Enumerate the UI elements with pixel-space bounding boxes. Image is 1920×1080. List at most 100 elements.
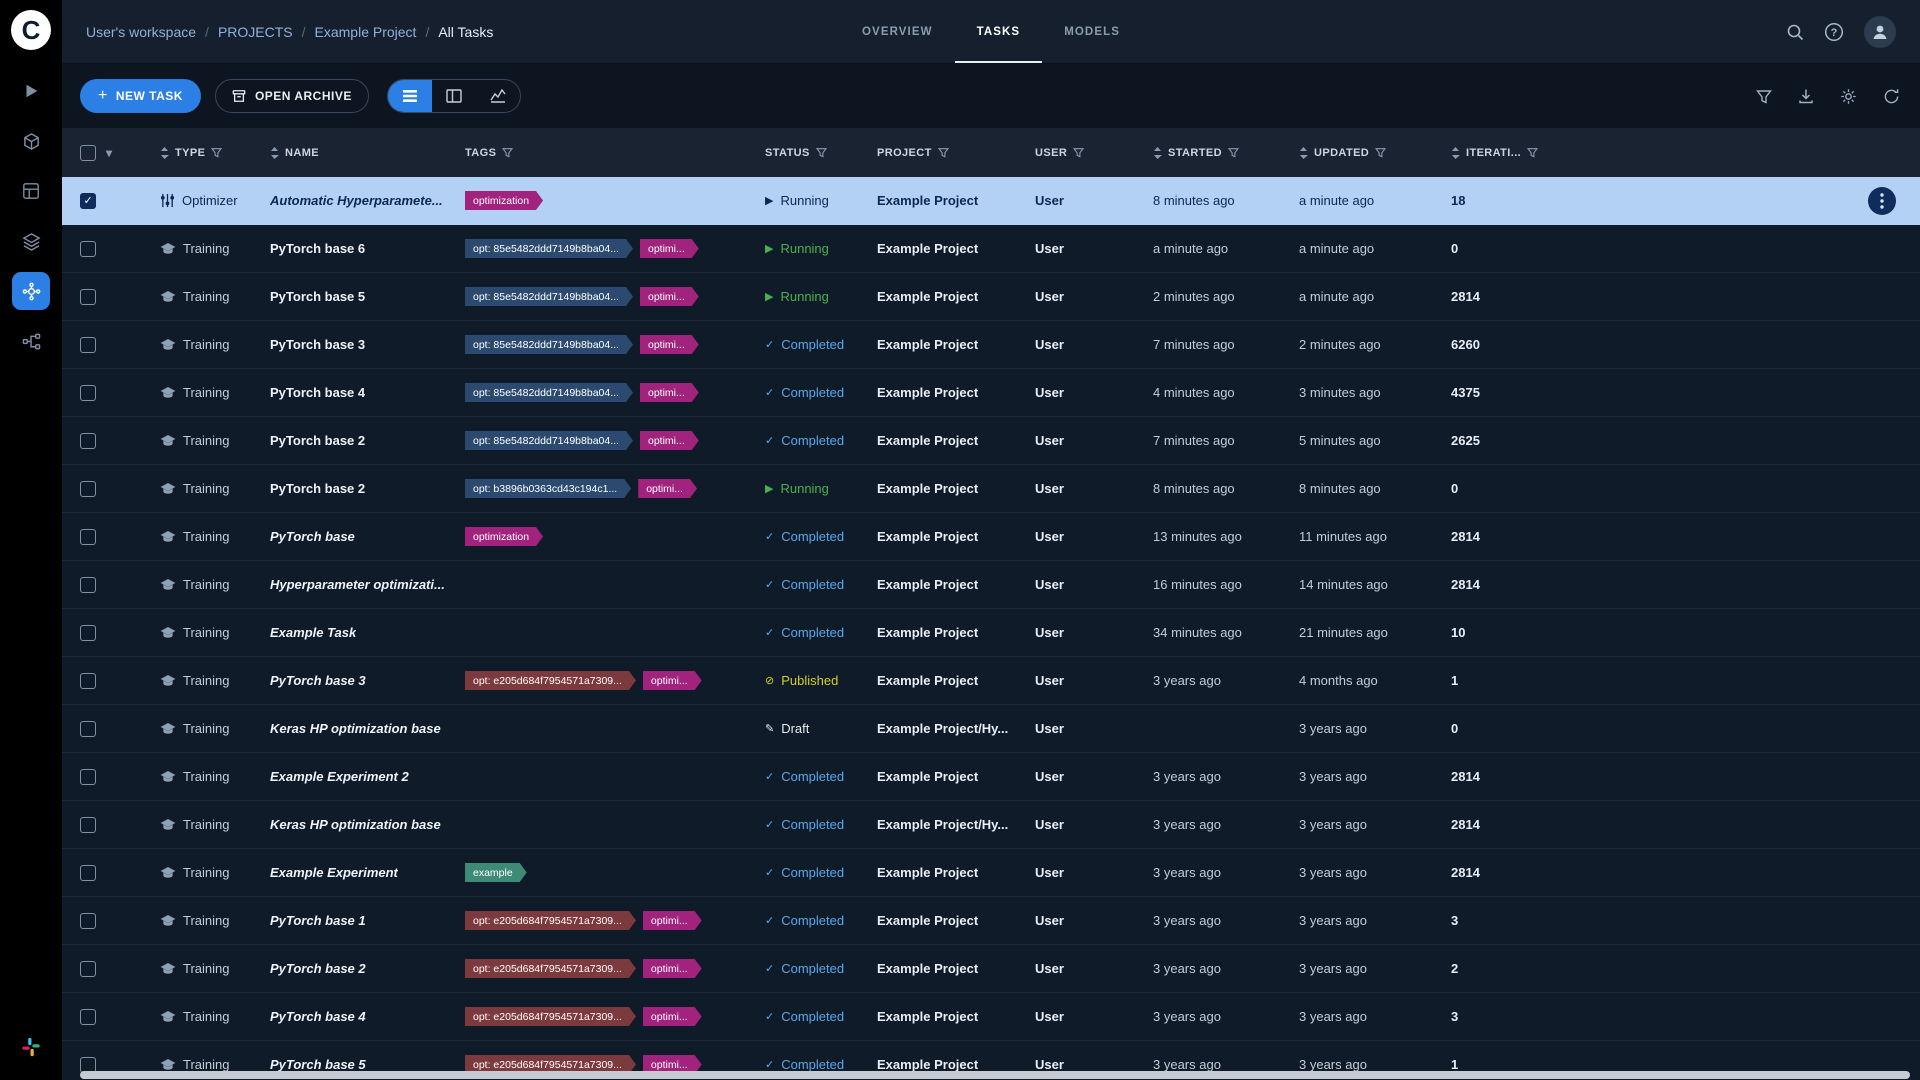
table-row[interactable]: TrainingPyTorch base 4opt: e205d684f7954…: [62, 993, 1920, 1041]
auto-refresh-button[interactable]: [1883, 88, 1900, 105]
sort-icon[interactable]: [160, 147, 169, 159]
filter-funnel-icon[interactable]: [1228, 147, 1239, 158]
view-split-button[interactable]: [432, 80, 476, 112]
sidebar-item-pipelines[interactable]: [12, 322, 50, 360]
row-checkbox[interactable]: [80, 817, 96, 833]
settings-button[interactable]: [1840, 88, 1857, 105]
tab-overview[interactable]: OVERVIEW: [840, 0, 955, 63]
tag[interactable]: optimi...: [640, 239, 699, 258]
user-avatar[interactable]: [1864, 16, 1896, 48]
column-header-user[interactable]: USER: [1027, 147, 1145, 159]
sort-icon[interactable]: [1153, 147, 1162, 159]
row-checkbox[interactable]: [80, 337, 96, 353]
filter-funnel-icon[interactable]: [938, 147, 949, 158]
view-chart-button[interactable]: [476, 80, 520, 112]
row-checkbox[interactable]: [80, 193, 96, 209]
row-checkbox[interactable]: [80, 433, 96, 449]
tag[interactable]: optimi...: [640, 287, 699, 306]
filter-funnel-icon[interactable]: [816, 147, 827, 158]
row-menu-button[interactable]: [1868, 187, 1896, 215]
horizontal-scrollbar[interactable]: [80, 1071, 1910, 1079]
new-task-button[interactable]: + NEW TASK: [80, 79, 201, 113]
search-button[interactable]: [1786, 23, 1804, 41]
table-row[interactable]: TrainingExample Task✓CompletedExample Pr…: [62, 609, 1920, 657]
table-row[interactable]: TrainingPyTorch base 2opt: e205d684f7954…: [62, 945, 1920, 993]
table-row[interactable]: TrainingHyperparameter optimizati...✓Com…: [62, 561, 1920, 609]
breadcrumb-item[interactable]: All Tasks: [438, 24, 493, 40]
sort-icon[interactable]: [270, 147, 279, 159]
row-checkbox[interactable]: [80, 721, 96, 737]
tag[interactable]: opt: e205d684f7954571a7309...: [465, 911, 636, 930]
row-checkbox[interactable]: [80, 577, 96, 593]
table-row[interactable]: TrainingPyTorch base 3opt: e205d684f7954…: [62, 657, 1920, 705]
sidebar-item-datasets[interactable]: [12, 122, 50, 160]
table-row[interactable]: TrainingPyTorch base 4opt: 85e5482ddd714…: [62, 369, 1920, 417]
table-row[interactable]: TrainingExample Experimentexample✓Comple…: [62, 849, 1920, 897]
sidebar-item-projects[interactable]: [12, 222, 50, 260]
tag[interactable]: opt: 85e5482ddd7149b8ba04...: [465, 239, 633, 258]
sidebar-item-reports[interactable]: [12, 172, 50, 210]
column-header-checkbox[interactable]: ▾: [62, 145, 152, 161]
tag[interactable]: opt: 85e5482ddd7149b8ba04...: [465, 431, 633, 450]
row-checkbox[interactable]: [80, 673, 96, 689]
tag[interactable]: optimi...: [643, 1007, 702, 1026]
tag[interactable]: example: [465, 863, 527, 882]
tag[interactable]: optimi...: [640, 383, 699, 402]
table-row[interactable]: TrainingPyTorch base 6opt: 85e5482ddd714…: [62, 225, 1920, 273]
row-checkbox[interactable]: [80, 241, 96, 257]
row-checkbox[interactable]: [80, 961, 96, 977]
view-table-button[interactable]: [388, 80, 432, 112]
selection-dropdown-caret-icon[interactable]: ▾: [106, 146, 112, 160]
tag[interactable]: opt: 85e5482ddd7149b8ba04...: [465, 383, 633, 402]
column-header-tags[interactable]: TAGS: [457, 147, 757, 159]
row-checkbox[interactable]: [80, 913, 96, 929]
tab-tasks[interactable]: TASKS: [955, 0, 1043, 63]
filter-button[interactable]: [1756, 89, 1772, 104]
sidebar-item-automation[interactable]: [12, 272, 50, 310]
row-checkbox[interactable]: [80, 769, 96, 785]
table-row[interactable]: OptimizerAutomatic Hyperparamete...optim…: [62, 177, 1920, 225]
tag[interactable]: opt: b3896b0363cd43c194c1...: [465, 479, 631, 498]
table-row[interactable]: TrainingKeras HP optimization base✎Draft…: [62, 705, 1920, 753]
row-checkbox[interactable]: [80, 865, 96, 881]
table-row[interactable]: TrainingExample Experiment 2✓CompletedEx…: [62, 753, 1920, 801]
tag[interactable]: opt: e205d684f7954571a7309...: [465, 671, 636, 690]
breadcrumb-item[interactable]: Example Project: [315, 24, 417, 40]
row-checkbox[interactable]: [80, 529, 96, 545]
column-header-started[interactable]: STARTED: [1145, 147, 1291, 159]
sidebar-item-getting-started[interactable]: [12, 72, 50, 110]
filter-funnel-icon[interactable]: [1073, 147, 1084, 158]
sort-icon[interactable]: [1451, 147, 1460, 159]
column-header-updated[interactable]: UPDATED: [1291, 147, 1443, 159]
table-row[interactable]: TrainingKeras HP optimization base✓Compl…: [62, 801, 1920, 849]
table-row[interactable]: TrainingPyTorch baseoptimization✓Complet…: [62, 513, 1920, 561]
column-header-project[interactable]: PROJECT: [869, 147, 1027, 159]
table-row[interactable]: TrainingPyTorch base 2opt: b3896b0363cd4…: [62, 465, 1920, 513]
tag[interactable]: optimi...: [643, 959, 702, 978]
open-archive-button[interactable]: OPEN ARCHIVE: [215, 79, 369, 113]
tag[interactable]: optimi...: [640, 431, 699, 450]
tag[interactable]: optimi...: [640, 335, 699, 354]
tag[interactable]: opt: 85e5482ddd7149b8ba04...: [465, 287, 633, 306]
help-button[interactable]: ?: [1824, 22, 1844, 42]
slack-icon[interactable]: [12, 1028, 50, 1066]
tag[interactable]: optimi...: [643, 671, 702, 690]
row-checkbox[interactable]: [80, 289, 96, 305]
download-button[interactable]: [1798, 88, 1814, 104]
tab-models[interactable]: MODELS: [1042, 0, 1142, 63]
column-header-iterations[interactable]: ITERATI...: [1443, 147, 1553, 159]
select-all-checkbox[interactable]: [80, 145, 96, 161]
tag[interactable]: opt: e205d684f7954571a7309...: [465, 1007, 636, 1026]
filter-funnel-icon[interactable]: [1375, 147, 1386, 158]
filter-funnel-icon[interactable]: [211, 147, 222, 158]
tag[interactable]: opt: e205d684f7954571a7309...: [465, 959, 636, 978]
table-row[interactable]: TrainingPyTorch base 3opt: 85e5482ddd714…: [62, 321, 1920, 369]
row-checkbox[interactable]: [80, 385, 96, 401]
column-header-type[interactable]: TYPE: [152, 147, 262, 159]
tag[interactable]: opt: 85e5482ddd7149b8ba04...: [465, 335, 633, 354]
tag[interactable]: optimization: [465, 191, 543, 210]
filter-funnel-icon[interactable]: [1527, 147, 1538, 158]
clearml-logo[interactable]: C: [11, 10, 51, 50]
row-checkbox[interactable]: [80, 1009, 96, 1025]
sort-icon[interactable]: [1299, 147, 1308, 159]
